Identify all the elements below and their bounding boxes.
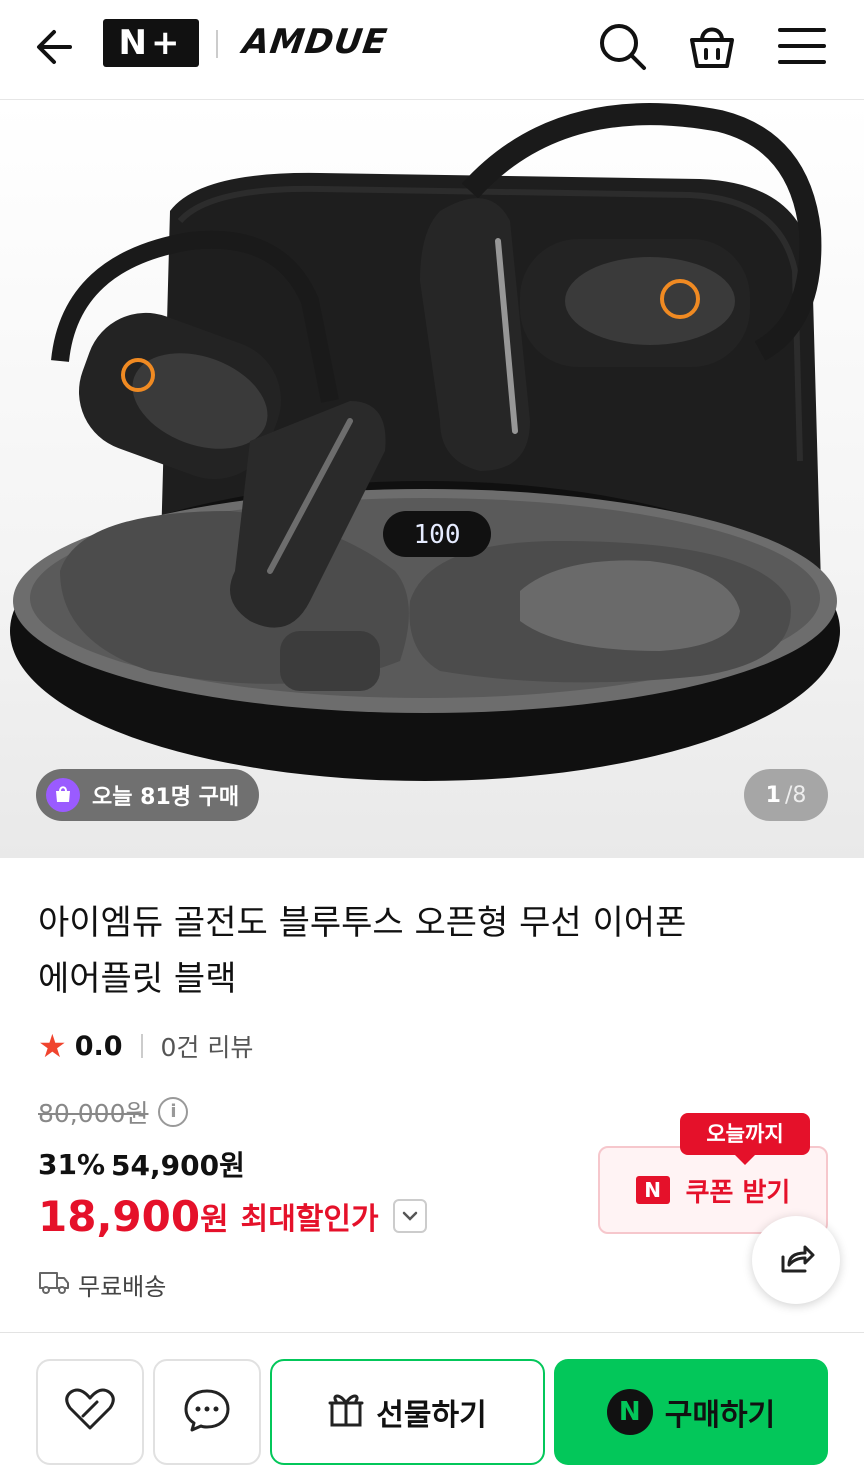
max-discount-price-row: 18,900 원 최대할인가 (38, 1188, 427, 1244)
bottom-action-bar: 선물하기 N 구매하기 (0, 1332, 864, 1482)
product-title: 아이엠듀 골전도 블루투스 오픈형 무선 이어폰 에어플릿 블랙 (38, 895, 738, 1007)
review-count-link[interactable]: 0건 리뷰 (161, 1028, 254, 1064)
sale-price-row: 31% 54,900원 (38, 1144, 245, 1184)
shopping-bag-icon[interactable] (682, 16, 742, 76)
shopping-bag-badge-icon (46, 778, 80, 812)
talk-button[interactable] (153, 1359, 261, 1465)
menu-icon[interactable] (772, 16, 832, 76)
shipping-label: 무료배송 (78, 1272, 167, 1301)
buyers-today-chip: 오늘 81명 구매 (36, 769, 260, 821)
max-discount-label: 최대할인가 (240, 1202, 379, 1237)
counter-separator: / (784, 782, 793, 808)
counter-total: 8 (792, 782, 807, 808)
product-image-gallery[interactable]: 100 오늘 81명 구매 1/8 (0, 101, 864, 858)
image-page-counter: 1/8 (744, 769, 828, 821)
sale-price: 54,900원 (111, 1149, 245, 1182)
chat-bubble-icon (182, 1385, 232, 1439)
brand-logo[interactable]: AMDUE (240, 22, 390, 62)
wishlist-button[interactable] (36, 1359, 144, 1465)
original-price-row: 80,000원 i (38, 1094, 189, 1130)
share-icon (775, 1237, 817, 1283)
coupon-label: 쿠폰 받기 (685, 1177, 791, 1208)
coupon-today-tag: 오늘까지 (680, 1113, 810, 1165)
header-divider (216, 30, 218, 58)
rating-divider (140, 1034, 143, 1058)
star-icon: ★ (38, 1027, 67, 1065)
max-discount-price: 18,900 (38, 1191, 201, 1241)
counter-current: 1 (765, 782, 781, 808)
gift-icon (328, 1389, 364, 1435)
heart-icon (63, 1386, 117, 1438)
gift-button[interactable]: 선물하기 (270, 1359, 545, 1465)
truck-icon (38, 1269, 70, 1299)
back-arrow-icon[interactable] (30, 22, 80, 72)
share-button[interactable] (752, 1216, 840, 1304)
gift-label: 선물하기 (376, 1398, 487, 1433)
info-icon[interactable]: i (158, 1097, 189, 1127)
product-title-line2: 에어플릿 블랙 (38, 959, 237, 999)
rating-summary[interactable]: ★ 0.0 0건 리뷰 (38, 1027, 254, 1065)
discount-percent: 31% (38, 1147, 106, 1181)
search-icon[interactable] (592, 16, 652, 76)
max-discount-won: 원 (200, 1201, 229, 1238)
top-header: N+ AMDUE (0, 0, 864, 100)
buyers-today-text: 오늘 81명 구매 (92, 785, 240, 810)
rating-score: 0.0 (74, 1030, 123, 1062)
naver-pay-n-logo: N (606, 1389, 653, 1435)
earbuds-product-image: 100 (10, 103, 840, 781)
chevron-down-icon[interactable] (392, 1199, 427, 1233)
naver-n-logo: N (635, 1176, 670, 1204)
shipping-info: 무료배송 (38, 1266, 166, 1302)
original-price: 80,000원 (38, 1099, 149, 1128)
case-battery-display: 100 (414, 520, 461, 550)
product-title-line1: 아이엠듀 골전도 블루투스 오픈형 무선 이어폰 (38, 903, 687, 943)
buy-label: 구매하기 (664, 1398, 776, 1433)
nplus-store-badge[interactable]: N+ (103, 19, 199, 67)
buy-button[interactable]: N 구매하기 (554, 1359, 828, 1465)
